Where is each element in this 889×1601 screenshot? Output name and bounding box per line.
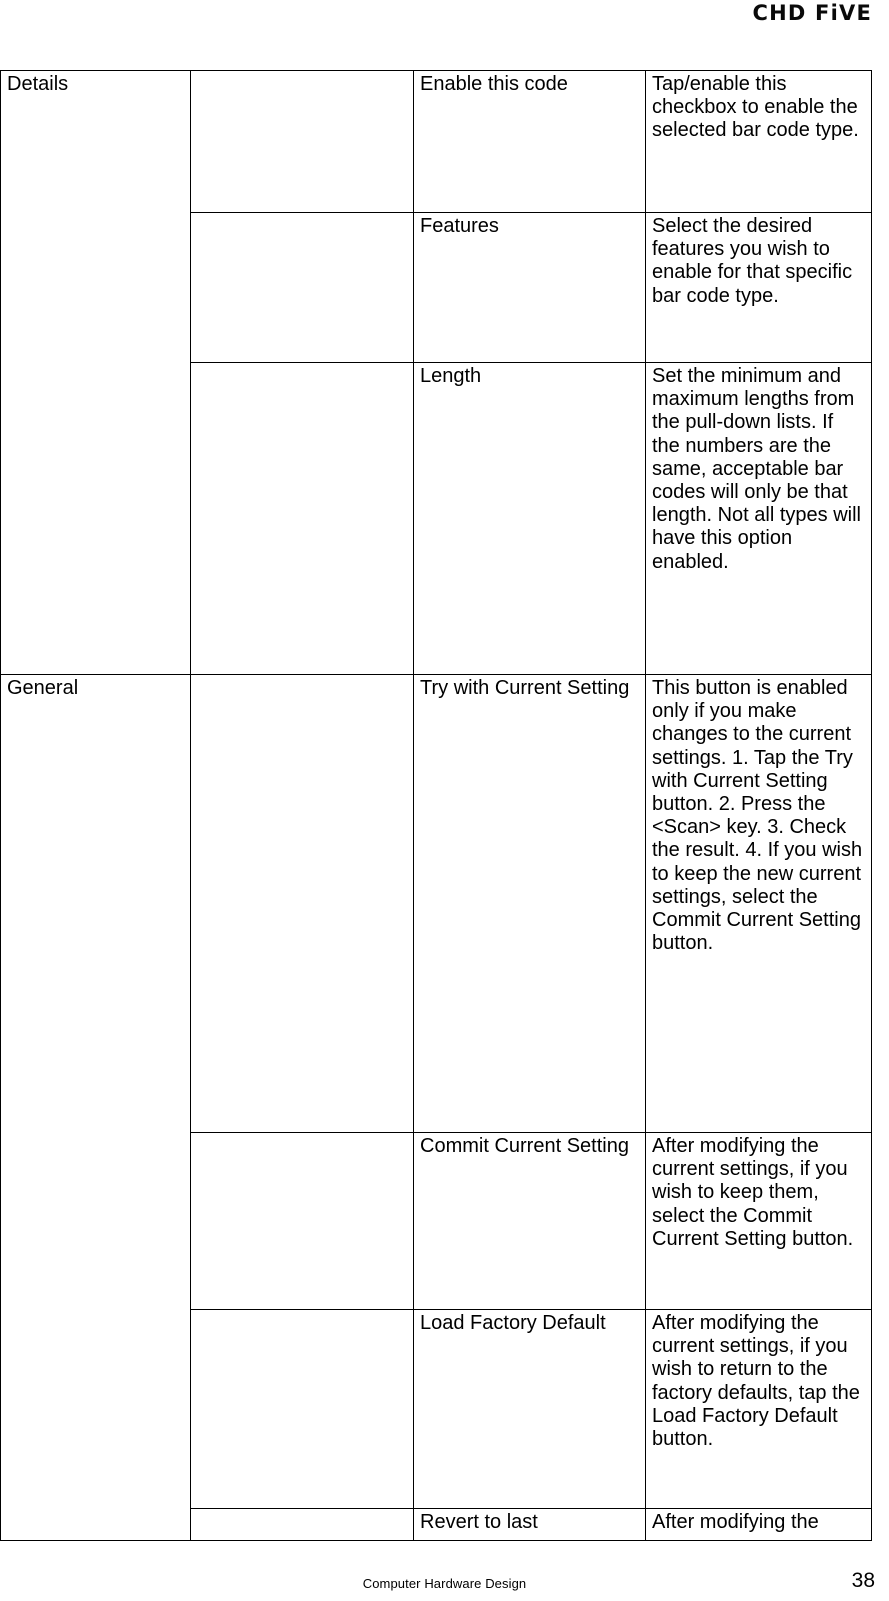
item-label: Length bbox=[413, 362, 646, 675]
item-label: Commit Current Setting bbox=[413, 1132, 646, 1310]
item-label: Revert to last bbox=[413, 1508, 646, 1541]
settings-description-table: Details Enable this code Tap/enable this… bbox=[0, 70, 872, 1541]
item-description: Set the minimum and maximum lengths from… bbox=[645, 362, 872, 675]
item-description: Select the desired features you wish to … bbox=[645, 212, 872, 363]
subgroup-cell bbox=[190, 70, 414, 213]
item-label: Enable this code bbox=[413, 70, 646, 213]
item-description: Tap/enable this checkbox to enable the s… bbox=[645, 70, 872, 213]
table-row: General Try with Current Setting This bu… bbox=[0, 674, 872, 1541]
item-label: Features bbox=[413, 212, 646, 363]
group-label-details: Details bbox=[0, 70, 191, 675]
item-description: This button is enabled only if you make … bbox=[645, 674, 872, 1133]
subgroup-cell bbox=[190, 1309, 414, 1509]
page-number: 38 bbox=[851, 1569, 875, 1592]
subgroup-cell bbox=[190, 1132, 414, 1310]
footer-title: Computer Hardware Design bbox=[362, 1576, 527, 1591]
item-label: Try with Current Setting bbox=[413, 674, 646, 1133]
subgroup-cell bbox=[190, 1508, 414, 1541]
chd-five-logo: CHD FiVE bbox=[752, 1, 872, 25]
item-description: After modifying the current settings, if… bbox=[645, 1132, 872, 1310]
item-label: Load Factory Default bbox=[413, 1309, 646, 1509]
page-header: CHD FiVE bbox=[0, 0, 889, 44]
subgroup-cell bbox=[190, 674, 414, 1133]
page-footer: Computer Hardware Design 38 bbox=[0, 1548, 889, 1601]
subgroup-cell bbox=[190, 212, 414, 363]
subgroup-cell bbox=[190, 362, 414, 675]
item-description: After modifying the current settings, if… bbox=[645, 1309, 872, 1509]
table-row: Details Enable this code Tap/enable this… bbox=[0, 70, 872, 675]
group-label-general: General bbox=[0, 674, 191, 1541]
item-description: After modifying the bbox=[645, 1508, 872, 1541]
